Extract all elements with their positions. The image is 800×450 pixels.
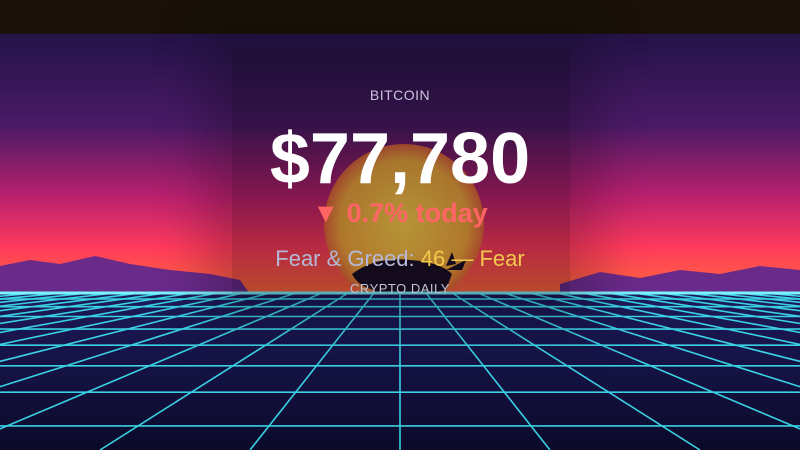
fear-greed-index: Fear & Greed: 46 — Fear [0, 246, 800, 272]
change-text: 0.7% today [346, 198, 488, 228]
crypto-widget: BITCOIN $77,780 ▼ 0.7% today Fear & Gree… [0, 0, 800, 450]
price-change: ▼ 0.7% today [0, 198, 800, 229]
asset-label: BITCOIN [369, 87, 431, 103]
top-bar [0, 0, 800, 34]
fear-greed-value: 46 — Fear [420, 246, 525, 271]
brand-name: CRYPTO DAILY [350, 281, 450, 296]
price-value: $77,780 [269, 119, 531, 199]
fear-greed-label: Fear & Greed: [275, 246, 415, 271]
down-arrow-icon: ▼ [312, 198, 340, 228]
